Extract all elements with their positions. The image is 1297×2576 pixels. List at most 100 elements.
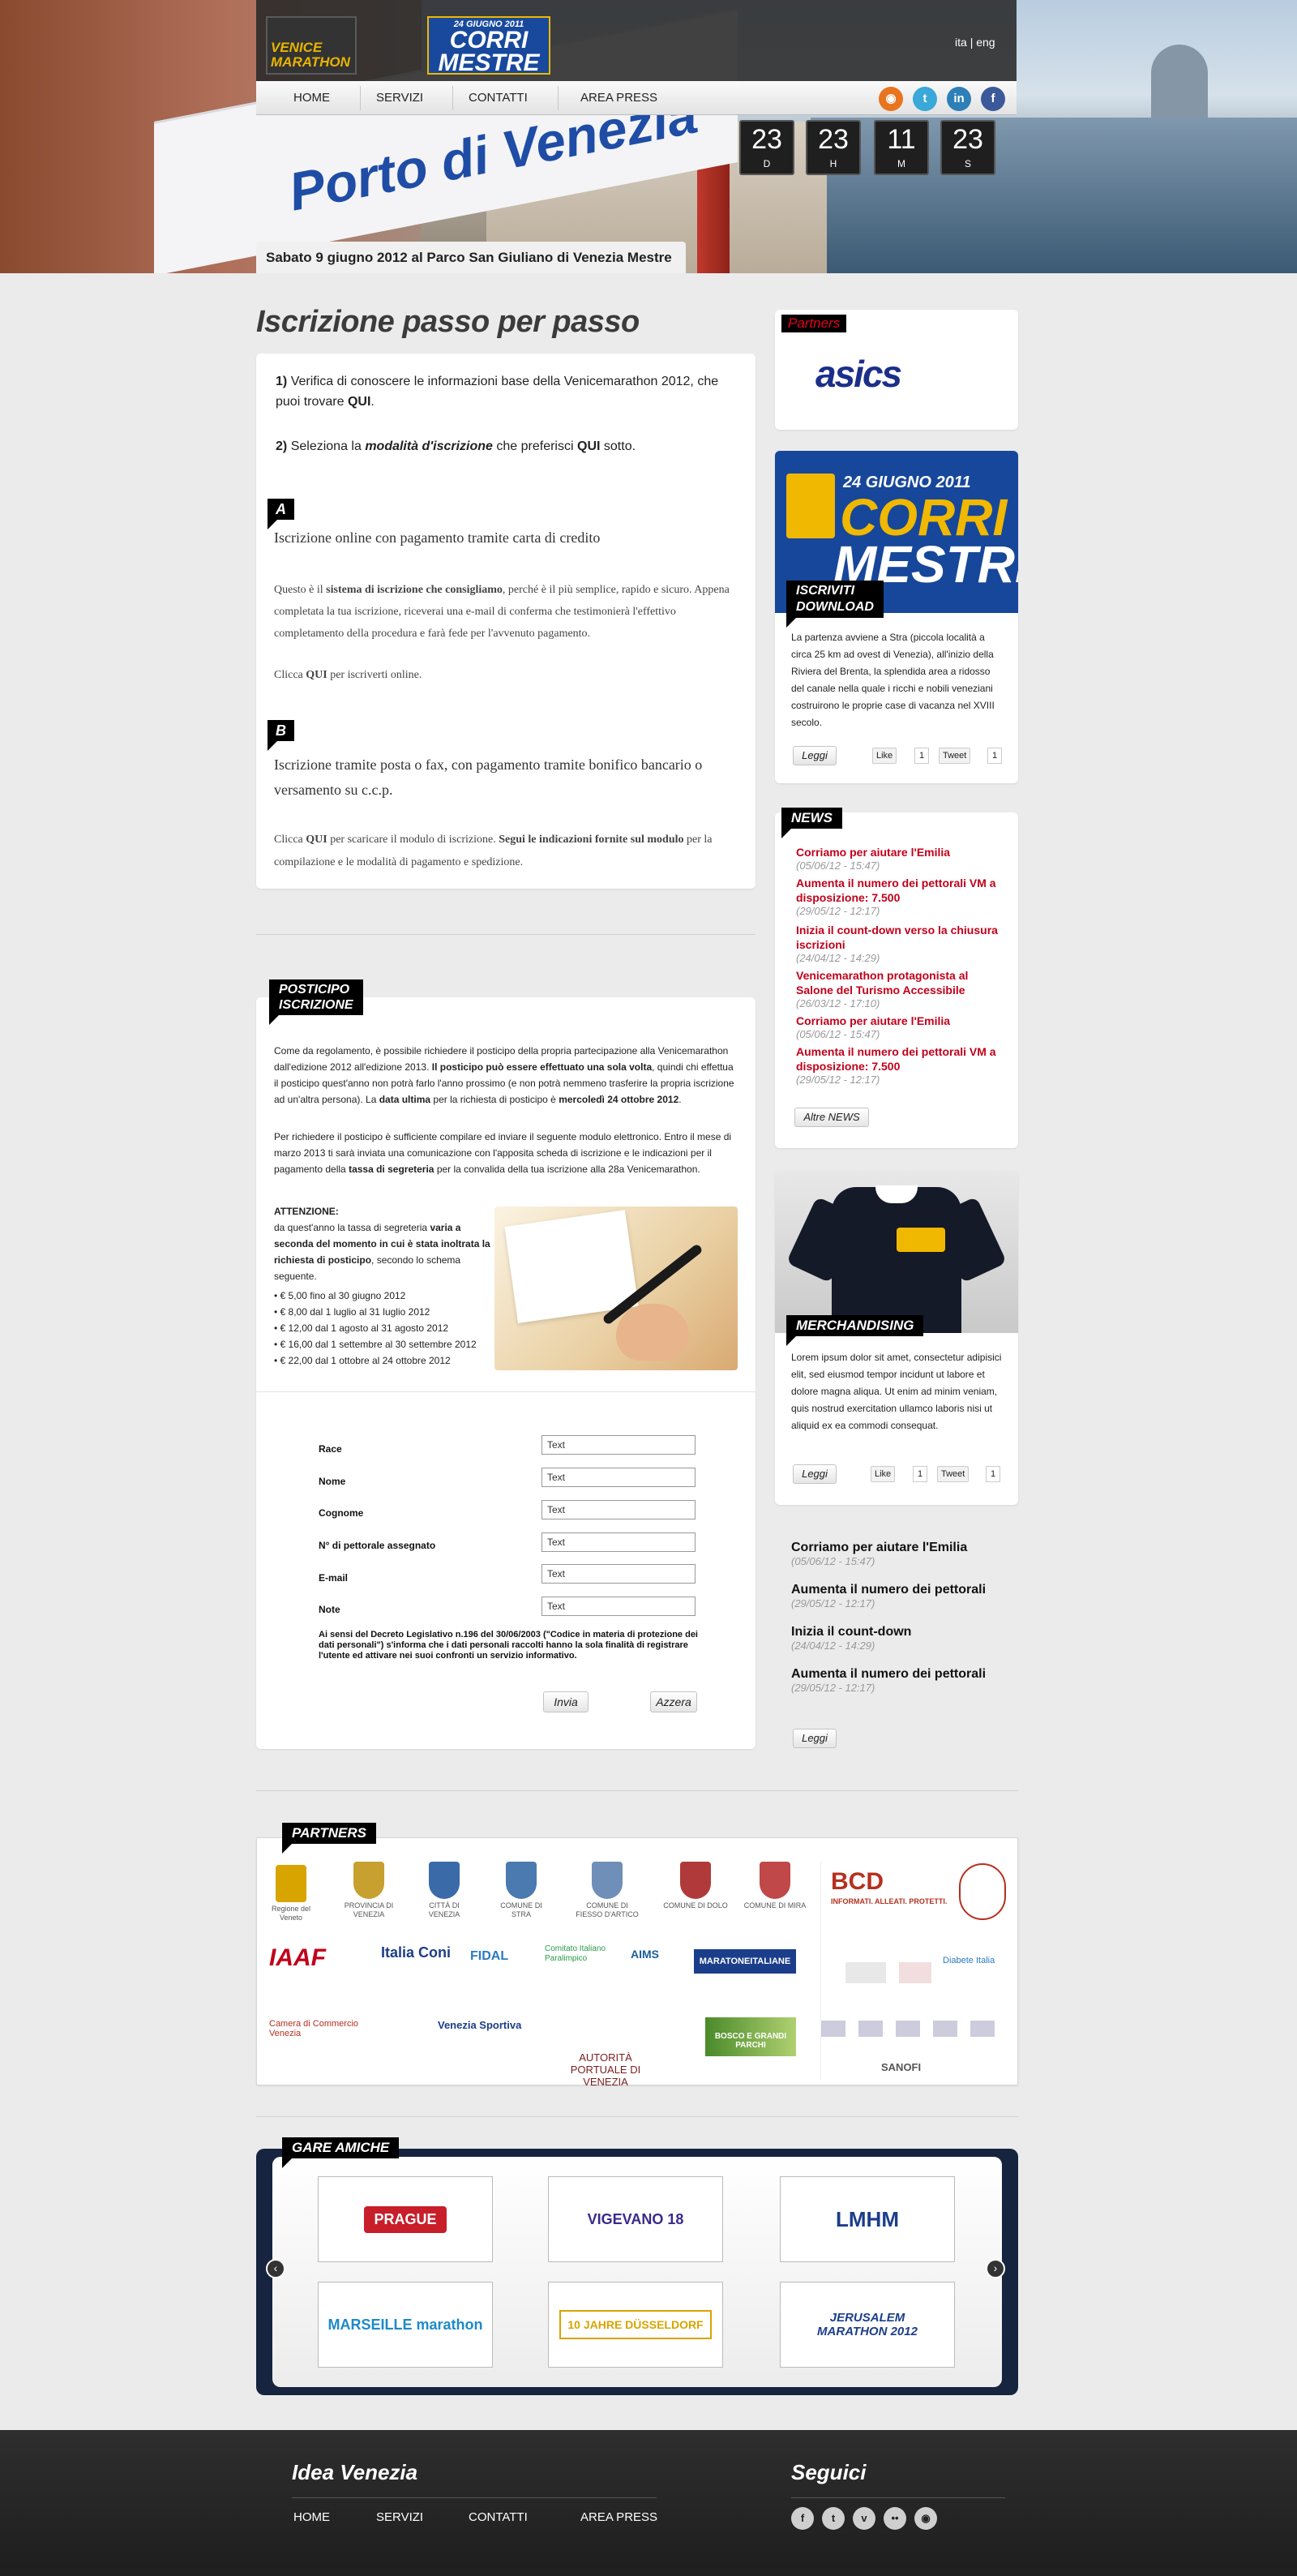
asics-logo[interactable]: asics (815, 352, 902, 396)
divider (256, 934, 756, 935)
facebook-icon[interactable]: f (981, 87, 1005, 111)
side-news-item[interactable]: Aumenta il numero dei pettorali (791, 1583, 986, 1597)
race-label: Race (319, 1443, 342, 1455)
partner-logo[interactable]: Camera di Commercio Venezia (269, 2019, 391, 2038)
vimeo-icon[interactable]: v (853, 2507, 875, 2530)
language-switcher: ita | eng (955, 36, 995, 49)
news-item[interactable]: Corriamo per aiutare l'Emilia (796, 1014, 1007, 1028)
facebook-icon[interactable]: f (791, 2507, 814, 2530)
corri-mestre-logo[interactable]: 24 GIUGNO 2011 CORRI MESTRE (427, 16, 550, 75)
partner-logo[interactable]: CITTÀ DI VENEZIA (415, 1862, 473, 1919)
email-input[interactable] (541, 1564, 696, 1584)
privacy-notice: Ai sensi del Decreto Legislativo n.196 d… (319, 1630, 698, 1661)
corri-leggi-button[interactable]: Leggi (793, 746, 837, 765)
side-news-leggi-button[interactable]: Leggi (793, 1729, 837, 1748)
merchandising-shirt-photo[interactable] (775, 1171, 1018, 1333)
twitter-icon[interactable]: t (822, 2507, 845, 2530)
news-item[interactable]: Corriamo per aiutare l'Emilia (796, 845, 1007, 859)
section-b-qui-link[interactable]: QUI (306, 834, 327, 846)
section-a-cta: Clicca QUI per iscriverti online. (274, 669, 422, 681)
news-item[interactable]: Inizia il count-down verso la chiusura i… (796, 923, 1007, 952)
partner-logo[interactable]: Regione del Veneto (264, 1865, 318, 1922)
like-count: 1 (914, 748, 930, 764)
friend-race-logo[interactable]: 10 JAHRE DÜSSELDORF (548, 2282, 723, 2368)
fee-list: • € 5,00 fino al 30 giugno 2012 • € 8,00… (274, 1288, 509, 1369)
merch-leggi-button[interactable]: Leggi (793, 1464, 837, 1484)
news-item[interactable]: Aumenta il numero dei pettorali VM a dis… (796, 1044, 1007, 1074)
partner-logo[interactable]: COMUNE DI STRA (491, 1862, 551, 1919)
side-news-item[interactable]: Aumenta il numero dei pettorali (791, 1667, 986, 1682)
linkedin-icon[interactable]: in (947, 87, 971, 111)
step-2-text: 2) Seleziona la modalità d'iscrizione ch… (276, 439, 636, 453)
tweet-button[interactable]: Tweet (939, 748, 971, 764)
lang-ita-link[interactable]: ita (955, 36, 967, 49)
rss-icon[interactable]: ◉ (879, 87, 903, 111)
altre-news-button[interactable]: Altre NEWS (794, 1108, 869, 1127)
countdown-hours: 23 H (806, 120, 861, 175)
partner-logo[interactable]: AUTORITÀ PORTUALE DI VENEZIA (553, 2051, 658, 2088)
friend-race-logo[interactable]: MARSEILLE marathon (318, 2282, 493, 2368)
friend-race-logo[interactable]: LMHM (780, 2176, 955, 2262)
twitter-icon[interactable]: t (913, 87, 937, 111)
nav-contatti[interactable]: CONTATTI (469, 81, 528, 115)
lang-eng-link[interactable]: eng (976, 36, 995, 49)
nav-area-press[interactable]: AREA PRESS (580, 81, 657, 115)
partner-logo[interactable]: AIMS (631, 1948, 659, 1961)
facebook-like-button[interactable]: Like (871, 1466, 896, 1482)
rss-icon[interactable]: ◉ (914, 2507, 937, 2530)
nome-label: Nome (319, 1476, 346, 1487)
nav-home[interactable]: HOME (293, 81, 330, 115)
venice-marathon-logo[interactable]: VENICE MARATHON (266, 16, 357, 75)
tweet-button[interactable]: Tweet (937, 1466, 970, 1482)
footer-nav-area-press[interactable]: AREA PRESS (580, 2510, 657, 2524)
race-input[interactable] (541, 1435, 696, 1455)
partner-logo[interactable]: FIDAL (470, 1949, 508, 1964)
footer-nav-contatti[interactable]: CONTATTI (469, 2510, 528, 2524)
top-bar (256, 0, 1017, 81)
partner-logo[interactable]: IAAF (269, 1944, 326, 1972)
news-item[interactable]: Venicemarathon protagonista al Salone de… (796, 968, 1007, 997)
section-a-qui-link[interactable]: QUI (306, 669, 327, 681)
side-news-item[interactable]: Inizia il count-down (791, 1625, 911, 1639)
news-tag: NEWS (781, 808, 842, 838)
page-title: Iscrizione passo per passo (256, 305, 640, 339)
friend-race-logo[interactable]: JERUSALEM MARATHON 2012 (780, 2282, 955, 2368)
chevron-left-icon[interactable]: ‹ (266, 2259, 285, 2278)
iscriviti-download-tag[interactable]: ISCRIVITI DOWNLOAD (786, 581, 884, 628)
merchandising-text: Lorem ipsum dolor sit amet, consectetur … (791, 1352, 1002, 1431)
footer-nav-home[interactable]: HOME (293, 2510, 330, 2524)
footer-nav-servizi[interactable]: SERVIZI (376, 2510, 423, 2524)
friend-race-logo[interactable]: VIGEVANO 18 (548, 2176, 723, 2262)
cognome-input[interactable] (541, 1500, 696, 1519)
section-b-title: Iscrizione tramite posta o fax, con paga… (274, 757, 703, 798)
countdown-days: 23 D (739, 120, 794, 175)
partner-logo[interactable]: COMUNE DI FIESSO D'ARTICO (572, 1862, 642, 1919)
partner-logo[interactable]: MARATONEITALIANE (694, 1949, 796, 1974)
flickr-icon[interactable]: •• (884, 2507, 906, 2530)
nome-input[interactable] (541, 1468, 696, 1487)
partner-logo[interactable]: Italia Coni (381, 1944, 454, 1961)
step-2-qui-link[interactable]: QUI (577, 439, 600, 453)
partner-logo[interactable]: Venezia Sportiva (438, 2019, 527, 2031)
bcd-partner-panel[interactable]: BCD INFORMATI. ALLEATI. PROTETTI. Diabet… (820, 1862, 1013, 2081)
partner-logo[interactable]: BOSCO E GRANDI PARCHI (705, 2017, 796, 2056)
reset-button[interactable]: Azzera (650, 1691, 697, 1712)
submit-button[interactable]: Invia (543, 1691, 589, 1712)
partners-tag: PARTNERS (282, 1823, 376, 1854)
fee-item: • € 22,00 dal 1 ottobre al 24 ottobre 20… (274, 1355, 451, 1366)
chevron-right-icon[interactable]: › (986, 2259, 1005, 2278)
partner-logo[interactable]: PROVINCIA DI VENEZIA (340, 1862, 397, 1919)
partner-logo[interactable]: COMUNE DI DOLO (663, 1862, 728, 1910)
nav-servizi[interactable]: SERVIZI (376, 81, 423, 115)
friend-race-logo[interactable]: PRAGUE (318, 2176, 493, 2262)
facebook-like-button[interactable]: Like (872, 748, 897, 764)
section-a-title: Iscrizione online con pagamento tramite … (274, 529, 601, 546)
note-input[interactable] (541, 1597, 696, 1616)
partner-logo[interactable]: Comitato Italiano Paralimpico (545, 1944, 610, 1964)
pettorale-input[interactable] (541, 1532, 696, 1552)
partner-logo[interactable]: COMUNE DI MIRA (743, 1862, 807, 1910)
side-news-item[interactable]: Corriamo per aiutare l'Emilia (791, 1541, 967, 1555)
news-item[interactable]: Aumenta il numero dei pettorali VM a dis… (796, 876, 1007, 905)
fee-item: • € 5,00 fino al 30 giugno 2012 (274, 1290, 406, 1301)
step-1-qui-link[interactable]: QUI (348, 395, 370, 409)
